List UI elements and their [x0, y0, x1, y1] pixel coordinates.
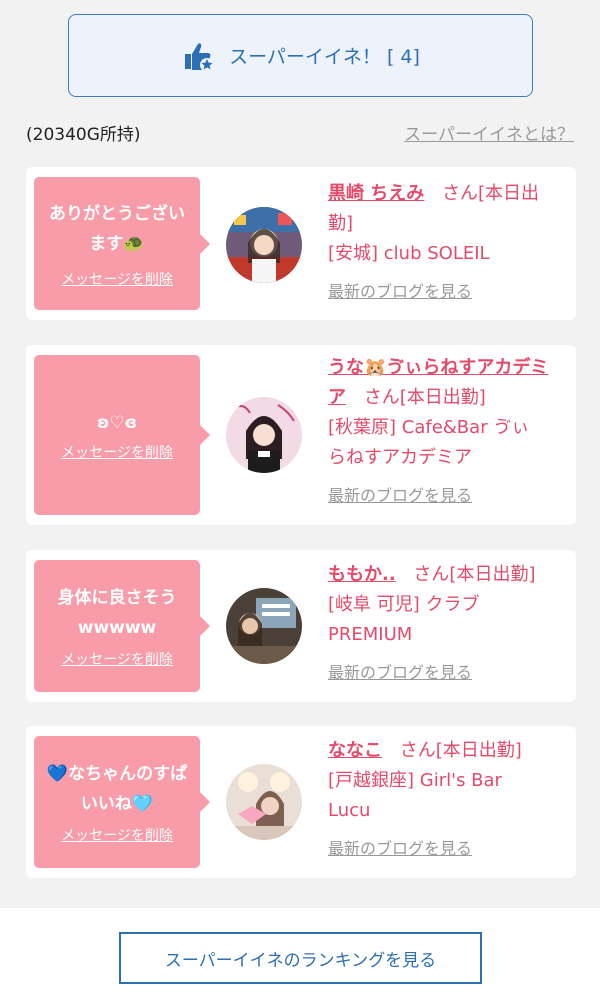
- iine-card: ありがとうござい ます🐢 メッセージを削除 黒崎 ちえみ さん[本日出勤] [安城…: [26, 167, 576, 320]
- avatar[interactable]: [226, 588, 302, 664]
- latest-blog-link[interactable]: 最新のブログを見る: [328, 481, 472, 511]
- super-iine-button[interactable]: スーパーイイネ！ [ 4]: [68, 14, 533, 97]
- attendance-status: さん[本日出勤]: [399, 740, 522, 761]
- delete-message-link[interactable]: メッセージを削除: [61, 825, 173, 845]
- shop-name-line2: らねすアカデミア: [328, 447, 472, 468]
- message-bubble: ありがとうござい ます🐢 メッセージを削除: [34, 177, 210, 310]
- message-bubble: 身体に良さそう wwwww メッセージを削除: [34, 560, 210, 692]
- avatar[interactable]: [226, 764, 302, 840]
- delete-message-link[interactable]: メッセージを削除: [61, 442, 173, 462]
- girl-name-link[interactable]: 黒崎 ちえみ: [328, 183, 424, 204]
- shop-name: [岐阜 可児] クラブ: [328, 594, 480, 615]
- message-bubble: 💙なちゃんのすぱ いいね🩵 メッセージを削除: [34, 736, 210, 868]
- shop-name: [安城] club SOLEIL: [328, 243, 490, 264]
- iine-card: ʚ♡ɞ メッセージを削除 うな🐹ゔぃらねすアカデミア さん[本日出勤] [秋葉原…: [26, 345, 576, 525]
- message-bubble: ʚ♡ɞ メッセージを削除: [34, 355, 210, 515]
- attendance-status: さん[本日出勤]: [363, 387, 486, 408]
- delete-message-link[interactable]: メッセージを削除: [61, 269, 173, 289]
- page: スーパーイイネ！ [ 4] (20340G所持) スーパーイイネとは？ ありがと…: [0, 0, 600, 1000]
- avatar[interactable]: [226, 397, 302, 473]
- girl-info: ももか.. さん[本日出勤] [岐阜 可児] クラブ PREMIUM 最新のブロ…: [328, 560, 564, 688]
- latest-blog-link[interactable]: 最新のブログを見る: [328, 834, 472, 864]
- girl-info: 黒崎 ちえみ さん[本日出勤] [安城] club SOLEIL 最新のブログを…: [328, 179, 564, 307]
- latest-blog-link[interactable]: 最新のブログを見る: [328, 658, 472, 688]
- ranking-button[interactable]: スーパーイイネのランキングを見る: [119, 932, 482, 984]
- about-super-iine-link[interactable]: スーパーイイネとは？: [404, 120, 574, 145]
- girl-info: ななこ さん[本日出勤] [戸越銀座] Girl's Bar Lucu 最新のブ…: [328, 736, 564, 864]
- message-text: 💙なちゃんのすぱ いいね🩵: [46, 764, 188, 814]
- footer: スーパーイイネのランキングを見る: [0, 908, 600, 1000]
- shop-name: [秋葉原] Cafe&Bar ゔぃ: [328, 417, 530, 438]
- shop-name-line2: Lucu: [328, 800, 371, 821]
- shop-name: [戸越銀座] Girl's Bar: [328, 770, 502, 791]
- message-text: ありがとうござい ます🐢: [49, 203, 185, 254]
- points-balance: (20340G所持): [26, 125, 141, 145]
- avatar[interactable]: [226, 207, 302, 283]
- super-iine-label: スーパーイイネ！ [ 4]: [229, 46, 420, 68]
- iine-card: 💙なちゃんのすぱ いいね🩵 メッセージを削除 ななこ さん[本日出勤] [戸越銀座…: [26, 726, 576, 878]
- message-text: 身体に良さそう wwwww: [57, 588, 177, 638]
- iine-card: 身体に良さそう wwwww メッセージを削除 ももか.. さん[本日出勤] [岐阜…: [26, 550, 576, 702]
- girl-info: うな🐹ゔぃらねすアカデミア さん[本日出勤] [秋葉原] Cafe&Bar ゔぃ…: [328, 353, 564, 511]
- girl-name-link[interactable]: ももか..: [328, 564, 396, 585]
- delete-message-link[interactable]: メッセージを削除: [61, 649, 173, 669]
- message-text: ʚ♡ɞ: [96, 413, 138, 433]
- girl-name-link[interactable]: ななこ: [328, 740, 382, 761]
- attendance-status: さん[本日出勤]: [413, 564, 536, 585]
- latest-blog-link[interactable]: 最新のブログを見る: [328, 277, 472, 307]
- thumbs-up-star-icon: [185, 42, 215, 72]
- shop-name-line2: PREMIUM: [328, 624, 413, 645]
